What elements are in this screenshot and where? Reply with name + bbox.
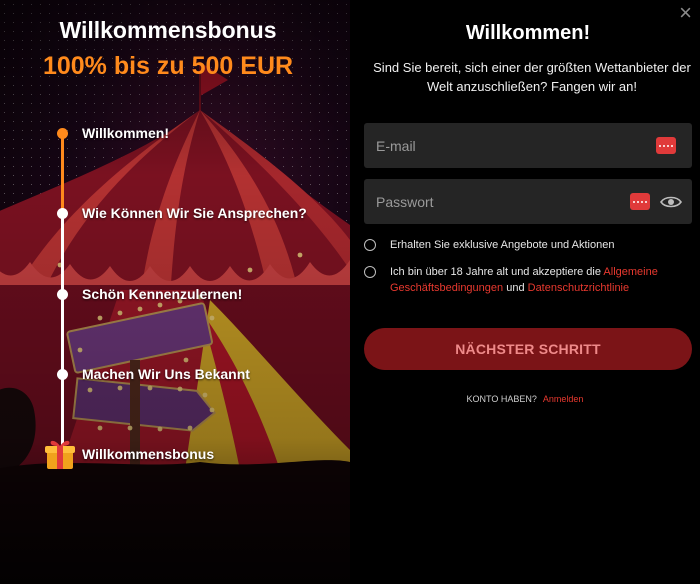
password-field xyxy=(364,179,692,224)
step-5: Willkommensbonus xyxy=(43,440,215,469)
step-4: Machen Wir Uns Bekannt xyxy=(57,364,250,384)
login-question: KONTO HABEN? xyxy=(466,394,537,404)
terms-checkbox-label: Ich bin über 18 Jahre alt und akzeptiere… xyxy=(390,266,658,294)
step-label: Machen Wir Uns Bekannt xyxy=(82,366,250,382)
step-dot-active xyxy=(57,127,68,139)
offers-checkbox[interactable] xyxy=(364,239,376,251)
step-label: Wie Können Wir Sie Ansprechen? xyxy=(82,205,307,221)
privacy-link[interactable]: Datenschutzrichtlinie xyxy=(528,282,630,294)
bonus-amount: 100% bis zu 500 EUR xyxy=(42,52,294,80)
step-label: Willkommen! xyxy=(82,125,169,141)
close-icon[interactable]: × xyxy=(679,2,692,24)
step-label: Schön Kennenzulernen! xyxy=(82,286,243,302)
step-1: Willkommen! xyxy=(57,123,169,143)
show-password-icon[interactable] xyxy=(660,195,682,209)
form-title: Willkommen! xyxy=(465,22,591,44)
password-manager-icon[interactable] xyxy=(630,193,650,210)
password-manager-icon[interactable] xyxy=(656,137,676,154)
login-prompt: KONTO HABEN? Anmelden xyxy=(350,394,700,404)
terms-checkbox[interactable] xyxy=(364,266,376,278)
bonus-title: Willkommensbonus xyxy=(59,17,277,43)
step-dot xyxy=(57,207,68,219)
password-input[interactable] xyxy=(364,179,630,224)
step-dot xyxy=(57,368,68,380)
progress-timeline-active xyxy=(61,133,64,213)
login-link[interactable]: Anmelden xyxy=(543,394,584,404)
email-input[interactable] xyxy=(364,123,656,168)
offers-checkbox-row[interactable]: Erhalten Sie exklusive Angebote und Akti… xyxy=(364,237,694,253)
next-step-button[interactable]: NÄCHSTER SCHRITT xyxy=(364,328,692,370)
gift-icon xyxy=(45,440,75,469)
email-field xyxy=(364,123,692,168)
offers-checkbox-label: Erhalten Sie exklusive Angebote und Akti… xyxy=(390,239,615,251)
step-2: Wie Können Wir Sie Ansprechen? xyxy=(57,203,307,223)
form-subtitle: Sind Sie bereit, sich einer der größten … xyxy=(373,60,691,94)
welcome-bonus-panel: Willkommensbonus 100% bis zu 500 EUR Wil… xyxy=(0,0,350,584)
step-label: Willkommensbonus xyxy=(82,446,215,462)
step-3: Schön Kennenzulernen! xyxy=(57,284,242,304)
terms-checkbox-row[interactable]: Ich bin über 18 Jahre alt und akzeptiere… xyxy=(364,264,694,296)
registration-form: × Willkommen! Sind Sie bereit, sich eine… xyxy=(350,0,700,584)
step-dot xyxy=(57,288,68,300)
